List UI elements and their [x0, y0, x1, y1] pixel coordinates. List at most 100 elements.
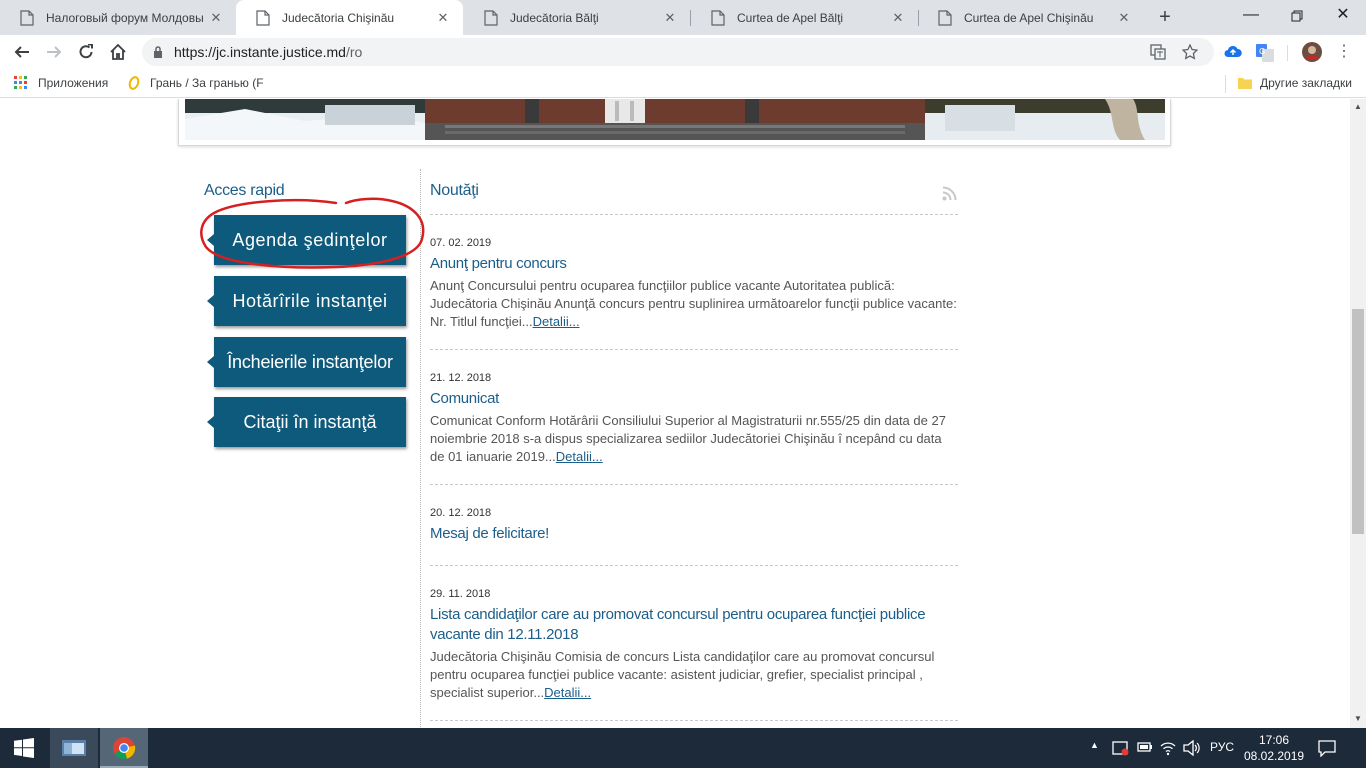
news-date: 21. 12. 2018	[430, 372, 492, 384]
page-scrollbar[interactable]: ▲ ▼	[1350, 99, 1366, 728]
news-item-title-link[interactable]: Lista candidaţilor care au promovat conc…	[430, 605, 958, 645]
battery-icon[interactable]	[1137, 741, 1153, 753]
bookmarks-bar: Приложения Грань / За гранью (F Другие з…	[0, 69, 1366, 98]
home-button[interactable]	[106, 40, 130, 64]
document-icon	[484, 9, 498, 26]
scroll-up-icon[interactable]: ▲	[1354, 102, 1362, 111]
windows-logo-icon	[14, 738, 34, 758]
scroll-thumb[interactable]	[1352, 309, 1364, 534]
hotaririle-instantei-button[interactable]: Hotărîrile instanţei	[207, 276, 406, 326]
tab-nalogovyi-forum[interactable]: Налоговый форум Молдовы ✕	[0, 0, 236, 35]
taskbar-app-chrome[interactable]	[100, 728, 148, 768]
news-separator	[430, 565, 958, 566]
chrome-icon	[113, 737, 136, 760]
minimize-button[interactable]: —	[1228, 0, 1274, 32]
tab-judecatoria-chisinau[interactable]: Judecătoria Chişinău ✕	[236, 0, 463, 35]
annotation-circle	[200, 197, 425, 269]
document-icon	[256, 9, 270, 26]
language-indicator[interactable]: РУС	[1210, 740, 1234, 754]
cloud-upload-icon[interactable]	[1224, 44, 1242, 60]
news-separator	[430, 214, 958, 215]
svg-text:G: G	[1259, 47, 1265, 56]
document-icon	[20, 9, 34, 26]
bookmark-label: Другие закладки	[1260, 76, 1352, 90]
close-window-button[interactable]: ✕	[1320, 0, 1366, 32]
details-link[interactable]: Detalii...	[556, 449, 603, 464]
forward-button[interactable]	[42, 40, 66, 64]
banner-frame	[178, 99, 1171, 146]
folder-icon	[1238, 78, 1252, 89]
address-bar[interactable]: https://jc.instante.justice.md/ro	[142, 38, 1214, 66]
bookmark-apps[interactable]: Приложения	[14, 76, 108, 90]
incheierile-instantelor-button[interactable]: Încheierile instanţelor	[207, 337, 406, 387]
back-button[interactable]	[10, 40, 34, 64]
start-button[interactable]	[0, 728, 48, 768]
close-icon[interactable]: ✕	[208, 10, 224, 26]
news-date: 20. 12. 2018	[430, 507, 492, 519]
news-separator	[430, 349, 958, 350]
close-icon[interactable]: ✕	[890, 10, 906, 26]
battery-saver-icon[interactable]	[1112, 740, 1130, 756]
news-excerpt: Judecătoria Chişinău Comisia de concurs …	[430, 649, 935, 700]
taskbar-app-explorer[interactable]	[50, 728, 98, 768]
system-clock[interactable]: 17:06 08.02.2019	[1244, 732, 1304, 764]
bookmark-other[interactable]: Другие закладки	[1238, 76, 1352, 90]
bookmark-gran[interactable]: Грань / За гранью (F	[128, 76, 264, 90]
details-link[interactable]: Detalii...	[533, 314, 580, 329]
close-icon[interactable]: ✕	[662, 10, 678, 26]
browser-toolbar: https://jc.instante.justice.md/ro G ⋮	[0, 35, 1366, 69]
tab-judecatoria-balti[interactable]: Judecătoria Bălţi ✕	[464, 0, 690, 35]
clock-time: 17:06	[1258, 733, 1290, 747]
document-icon	[938, 9, 952, 26]
tab-curtea-apel-balti[interactable]: Curtea de Apel Bălţi ✕	[691, 0, 918, 35]
tab-title: Judecătoria Chişinău	[282, 10, 395, 25]
wifi-icon[interactable]	[1160, 740, 1176, 756]
close-icon[interactable]: ✕	[1116, 10, 1132, 26]
banner-image	[185, 99, 1165, 140]
google-translate-icon[interactable]: G	[1256, 44, 1274, 62]
windows-taskbar: ▲ РУС 17:06 08.02.2019	[0, 728, 1366, 768]
show-hidden-icons-icon[interactable]: ▲	[1090, 740, 1099, 750]
details-link[interactable]: Detalii...	[544, 685, 591, 700]
apps-grid-icon	[14, 76, 27, 89]
news-title: Noutăţi	[430, 182, 479, 199]
document-icon	[711, 9, 725, 26]
restore-button[interactable]	[1274, 0, 1320, 32]
menu-button[interactable]: ⋮	[1334, 43, 1354, 61]
bookmark-label: Приложения	[38, 76, 109, 90]
arrow-left-icon	[14, 46, 29, 58]
bookmarks-divider	[1225, 75, 1226, 93]
news-item-title-link[interactable]: Anunţ pentru concurs	[430, 254, 958, 274]
tab-curtea-apel-chisinau[interactable]: Curtea de Apel Chişinău ✕	[918, 0, 1144, 35]
notifications-icon[interactable]	[1318, 740, 1336, 757]
file-explorer-icon	[62, 740, 86, 756]
volume-icon[interactable]	[1183, 740, 1201, 756]
news-date: 07. 02. 2019	[430, 237, 492, 249]
tab-strip: Налоговый форум Молдовы ✕ Judecătoria Ch…	[0, 0, 1366, 35]
news-date: 29. 11. 2018	[430, 588, 491, 600]
star-icon[interactable]	[1182, 44, 1198, 60]
news-excerpt: Comunicat Conform Hotărârii Consiliului …	[430, 413, 946, 464]
clock-date: 08.02.2019	[1244, 749, 1305, 763]
scroll-down-icon[interactable]: ▼	[1354, 714, 1362, 723]
tab-title: Judecătoria Bălţi	[510, 10, 599, 25]
avatar[interactable]	[1302, 42, 1322, 62]
url-text: https://jc.instante.justice.md/ro	[174, 44, 363, 60]
new-tab-button[interactable]: +	[1155, 7, 1175, 27]
news-item-title-link[interactable]: Comunicat	[430, 389, 958, 409]
news-separator	[430, 484, 958, 485]
tab-title: Curtea de Apel Bălţi	[737, 10, 844, 25]
rss-icon[interactable]	[942, 186, 957, 201]
bookmark-favicon-icon	[128, 76, 140, 90]
citatii-in-instanta-button[interactable]: Citaţii în instanţă	[207, 397, 406, 447]
news-separator	[430, 720, 958, 721]
web-page: Acces rapid Agenda şedinţelor Hotărîrile…	[0, 99, 1350, 728]
home-icon	[110, 43, 126, 60]
reload-icon	[79, 43, 93, 59]
translate-icon[interactable]	[1150, 44, 1166, 60]
close-icon[interactable]: ✕	[435, 10, 451, 26]
news-item-title-link[interactable]: Mesaj de felicitare!	[430, 524, 958, 544]
arrow-right-icon	[47, 46, 62, 58]
restore-icon	[1291, 10, 1303, 22]
reload-button[interactable]	[74, 40, 98, 64]
